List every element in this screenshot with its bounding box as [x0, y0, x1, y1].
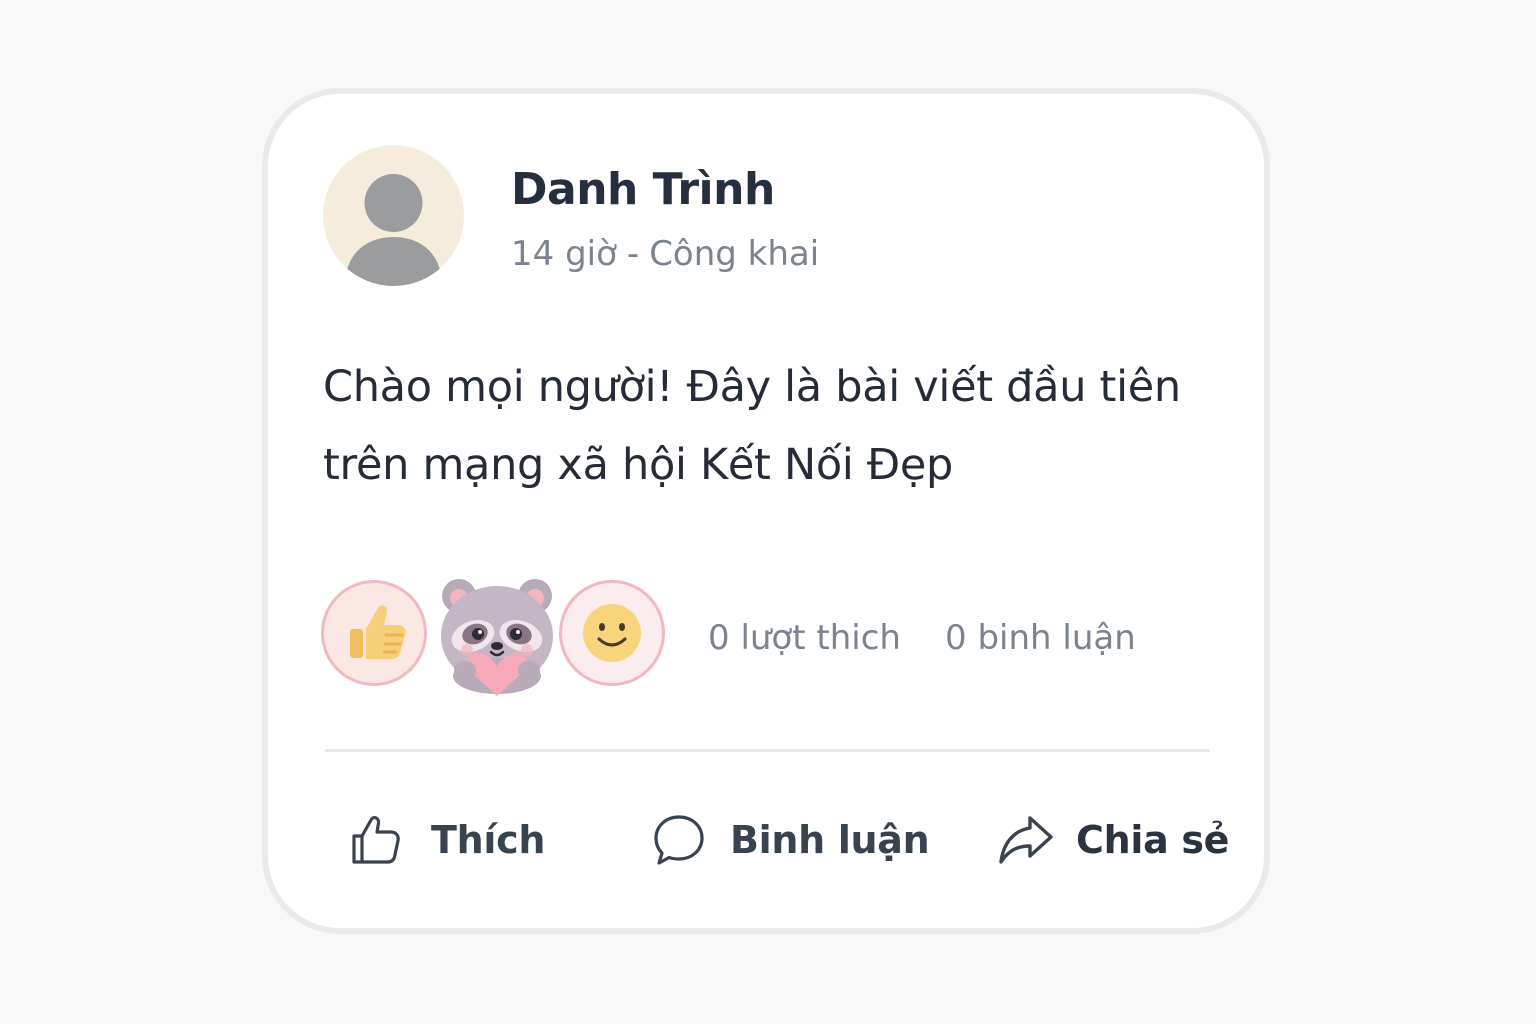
privacy-label: Công khai [649, 234, 820, 274]
share-arrow-icon [999, 816, 1053, 864]
divider [325, 749, 1210, 752]
smile-face-icon [583, 604, 641, 662]
share-button-label: Chia sẻ [1076, 818, 1230, 862]
reaction-smile[interactable] [559, 580, 665, 686]
reaction-like[interactable] [321, 580, 427, 686]
share-button[interactable]: Chia sẻ [998, 810, 1229, 870]
like-button[interactable]: Thích [349, 810, 545, 870]
reaction-raccoon-sticker[interactable] [437, 574, 557, 698]
speech-bubble-icon [654, 815, 704, 865]
like-count[interactable]: 0 lượt thich [708, 618, 901, 658]
author-name[interactable]: Danh Trình [511, 164, 775, 215]
thumbs-up-icon [350, 605, 406, 659]
post-content: Chào mọi người! Đây là bài viết đầu tiên… [323, 362, 1181, 490]
like-button-label: Thích [431, 818, 546, 862]
default-user-icon [345, 174, 442, 286]
comment-button-label: Binh luận [730, 818, 930, 862]
thumbs-up-outline-icon [352, 816, 400, 864]
raccoon-heart-sticker-icon [441, 579, 553, 696]
post-meta: 14 giờ - Công khai [511, 234, 819, 274]
meta-separator: - [626, 234, 640, 274]
author-avatar[interactable] [323, 145, 464, 286]
comment-count[interactable]: 0 binh luận [945, 618, 1136, 658]
post-time[interactable]: 14 giờ [511, 234, 617, 274]
comment-button[interactable]: Binh luận [652, 810, 930, 870]
